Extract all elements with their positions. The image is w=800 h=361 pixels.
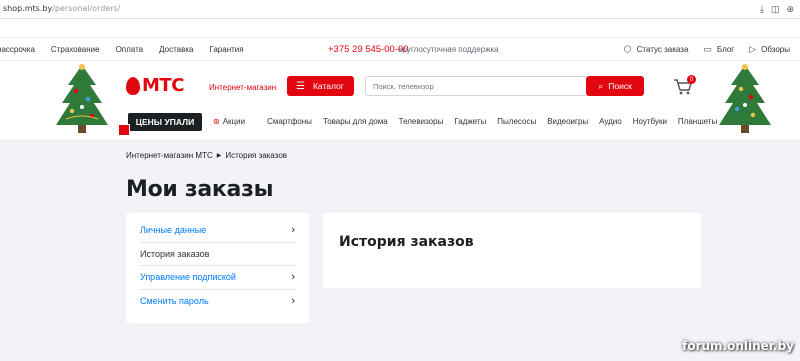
section-heading: История заказов (339, 234, 474, 250)
sidebar-item-label: Личные данные (140, 225, 207, 236)
menu-icon: ☰ (296, 80, 305, 92)
play-icon: ▷ (749, 44, 757, 54)
breadcrumb: Интернет-магазин МТС ▶ История заказов (126, 151, 287, 160)
catalog-button[interactable]: ☰ Каталог (287, 76, 354, 96)
mts-logo[interactable]: МТС (126, 75, 184, 96)
page-title: Мои заказы (126, 177, 274, 202)
promo-banner[interactable]: ЦЕНЫ УПАЛИ (128, 113, 202, 131)
gift-icon (118, 124, 130, 136)
search-button[interactable]: ⌕ Поиск (586, 76, 644, 96)
chevron-right-icon: › (291, 271, 295, 284)
nav-item-tvs[interactable]: Телевизоры (399, 117, 444, 126)
search-input[interactable] (365, 76, 586, 96)
browser-url-bar[interactable]: shop.mts.by/personal/orders/ ⤓ ◫ ⊕ (0, 0, 800, 19)
blog-link[interactable]: ▭ Блог (703, 44, 734, 55)
nav-item-promotions[interactable]: ⊛ Акции (213, 117, 256, 126)
cart-button[interactable]: 0 (672, 75, 696, 97)
order-history-panel: История заказов (323, 213, 701, 288)
blog-label: Блог (716, 45, 735, 54)
shop-label: Интернет-магазин (209, 83, 277, 92)
box-icon: ⬡ (623, 44, 632, 54)
mts-egg-icon (126, 76, 140, 95)
nav-item-home-goods[interactable]: Товары для дома (323, 117, 388, 126)
reviews-link[interactable]: ▷ Обзоры (749, 44, 790, 55)
support-label: круглосуточная поддержка (399, 45, 499, 54)
support-phone[interactable]: +375 29 545-00-00 (328, 44, 409, 55)
top-link-installment[interactable]: рассрочка (0, 45, 35, 54)
nav-item-vacuums[interactable]: Пылесосы (497, 117, 536, 126)
top-link-payment[interactable]: Оплата (116, 45, 144, 54)
sidebar-item-order-history[interactable]: История заказов (140, 243, 295, 266)
catalog-label: Каталог (312, 81, 344, 91)
screenshot-icon[interactable]: ◫ (771, 4, 780, 14)
order-status-link[interactable]: ⬡ Статус заказа (624, 44, 689, 55)
sidebar-item-personal-data[interactable]: Личные данные › (140, 219, 295, 243)
sidebar-item-change-password[interactable]: Сменить пароль › (140, 290, 295, 314)
nav-item-smartphones[interactable]: Смартфоны (267, 117, 312, 126)
top-menu: рассрочка Страхование Оплата Доставка Га… (0, 37, 800, 61)
logo-text: МТС (142, 75, 184, 96)
breadcrumb-current: История заказов (225, 151, 288, 160)
search-icon: ⌕ (598, 80, 604, 91)
sidebar-item-label: Сменить пароль (140, 296, 209, 307)
site-header: МТС Интернет-магазин ☰ Каталог ⌕ Поиск 0… (0, 61, 800, 139)
category-nav: ⊛ Акции Смартфоны Товары для дома Телевиз… (213, 117, 728, 126)
top-link-delivery[interactable]: Доставка (159, 45, 193, 54)
nav-item-laptops[interactable]: Ноутбуки (633, 117, 667, 126)
nav-item-tablets[interactable]: Планшеты (678, 117, 717, 126)
top-link-insurance[interactable]: Страхование (51, 45, 100, 54)
sidebar-item-label: Управление подпиской (140, 272, 236, 283)
chevron-right-icon: ▶ (216, 153, 222, 159)
tag-icon: ⊛ (213, 117, 220, 126)
order-status-label: Статус заказа (636, 45, 689, 54)
account-sidebar: Личные данные › История заказов Управлен… (126, 213, 309, 323)
blank-strip (0, 19, 800, 37)
top-links: рассрочка Страхование Оплата Доставка Га… (0, 45, 260, 54)
reviews-label: Обзоры (761, 45, 790, 54)
christmas-tree-right-icon (719, 64, 771, 133)
cart-count-badge: 0 (687, 75, 696, 84)
top-link-warranty[interactable]: Гарантия (209, 45, 243, 54)
download-icon[interactable]: ⤓ (760, 4, 764, 14)
breadcrumb-home[interactable]: Интернет-магазин МТС (126, 151, 213, 160)
christmas-tree-left-icon (56, 64, 108, 133)
watermark: forum.onliner.by (682, 339, 794, 353)
chat-icon: ▭ (703, 44, 712, 54)
url-text[interactable]: shop.mts.by/personal/orders/ (3, 4, 120, 13)
bookmark-icon[interactable]: ⊕ (786, 4, 794, 14)
chevron-right-icon: › (291, 224, 295, 237)
chevron-right-icon: › (291, 295, 295, 308)
nav-item-videogames[interactable]: Видеоигры (547, 117, 588, 126)
nav-item-audio[interactable]: Аудио (599, 117, 622, 126)
sidebar-item-label: История заказов (140, 248, 210, 259)
sidebar-item-subscription[interactable]: Управление подпиской › (140, 266, 295, 290)
nav-item-gadgets[interactable]: Гаджеты (454, 117, 486, 126)
search-button-label: Поиск (608, 81, 632, 91)
